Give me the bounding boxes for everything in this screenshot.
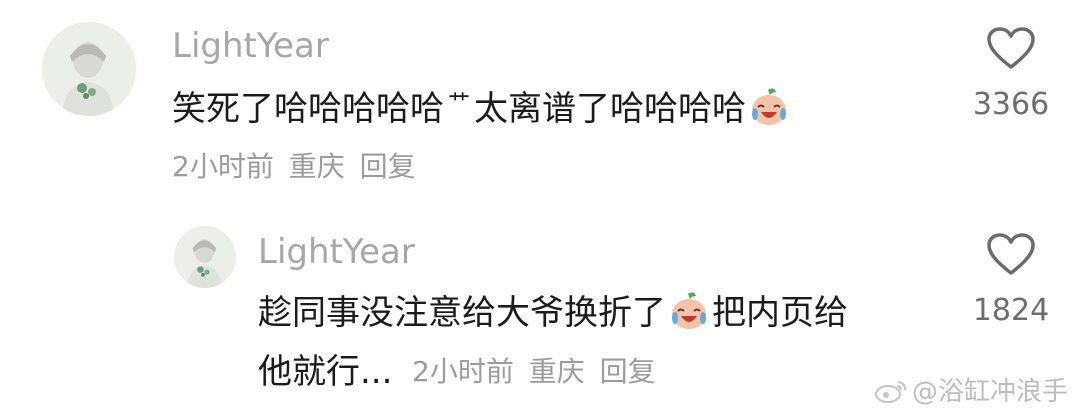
comment-meta: 2小时前 重庆 回复 [172,150,416,184]
comment-text-part: 笑死了哈哈哈哈哈 [172,89,444,129]
like-count: 3366 [972,87,1050,122]
comment-text-part: 把内页给 [712,293,848,333]
watermark-text: @浴缸冲浪手 [911,377,1068,407]
heart-outline-icon[interactable] [986,26,1036,70]
comment-location: 重庆 [528,355,585,388]
comment-text-part: 趁同事没注意给大爷换折了 [258,293,666,333]
comment-text-part: 他就行... [258,352,393,392]
comment-username[interactable]: LightYear [258,232,415,272]
comment-username[interactable]: LightYear [172,26,329,66]
comment-text-line: 他就行... [258,352,392,392]
comment-meta: 2小时前 重庆 回复 [412,355,656,389]
avatar[interactable] [174,226,236,288]
avatar-image [174,226,236,288]
avatar-image [42,22,136,116]
laughing-crying-emoji [672,292,706,329]
heart-outline-icon[interactable] [986,232,1036,276]
comment-text: 趁同事没注意给大爷换折了 把内页给 [258,290,848,333]
weibo-icon [874,381,906,403]
reply-button[interactable]: 回复 [360,150,416,184]
comment-text-part: 太离谱了哈哈哈哈 [474,89,747,129]
avatar[interactable] [42,22,136,116]
watermark: @浴缸冲浪手 [874,377,1068,407]
like-count: 1824 [972,293,1050,328]
comment-location: 重庆 [288,150,345,183]
reply-button[interactable]: 回复 [600,355,656,389]
comment-text: 笑死了哈哈哈哈哈艹太离谱了哈哈哈哈 [172,84,792,129]
comment-time: 2小时前 [412,355,514,388]
comment-time: 2小时前 [172,150,274,183]
laughing-crying-emoji [752,88,787,125]
comment-text-part: 艹 [448,91,471,116]
